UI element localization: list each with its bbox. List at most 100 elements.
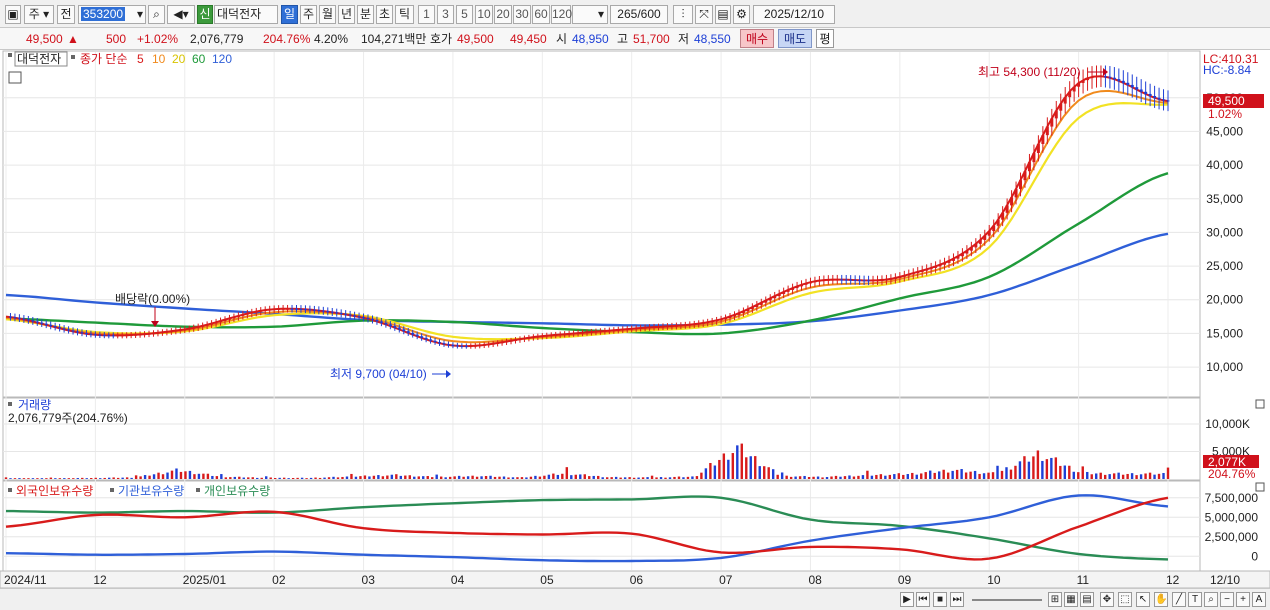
- volume-bar: [4, 477, 8, 479]
- volume-bar: [1130, 473, 1134, 479]
- search-icon[interactable]: ⌕: [148, 5, 165, 24]
- candle-body: [679, 325, 683, 327]
- period-day-tab[interactable]: 일: [281, 5, 298, 24]
- holding-handle-icon-2[interactable]: [110, 488, 114, 492]
- market-label: 주: [28, 7, 40, 21]
- low-annotation: 최저 9,700 (04/10): [330, 367, 427, 381]
- volume-bar: [511, 477, 515, 479]
- prefix-button[interactable]: 전: [57, 5, 75, 24]
- period-year-tab[interactable]: 년: [338, 5, 355, 24]
- interval-10[interactable]: 10: [475, 5, 493, 24]
- calculator-icon[interactable]: [8, 71, 22, 84]
- rewind-icon[interactable]: ⏮: [916, 592, 930, 607]
- period-second-tab[interactable]: 초: [376, 5, 393, 24]
- market-select[interactable]: 주 ▾: [24, 5, 54, 24]
- volume-bar: [305, 478, 308, 479]
- pointer-icon[interactable]: ↖: [1136, 592, 1150, 607]
- interval-3[interactable]: 3: [437, 5, 454, 24]
- volume-bar: [677, 476, 681, 479]
- interval-custom-select[interactable]: ▾: [572, 5, 608, 24]
- date-field[interactable]: 2025/12/10: [753, 5, 835, 24]
- zoom-in-icon[interactable]: +: [1236, 592, 1250, 607]
- candle-body: [616, 329, 620, 331]
- zoom-icon[interactable]: ⌕: [1204, 592, 1218, 607]
- ask-label: 호가: [430, 32, 453, 46]
- volume-bar: [475, 476, 479, 479]
- period-tick-tab[interactable]: 틱: [395, 5, 414, 24]
- trendline-icon[interactable]: ╱: [1172, 592, 1186, 607]
- candle-body: [366, 317, 370, 319]
- volume-bar: [188, 470, 192, 479]
- volume-bar: [67, 478, 71, 479]
- grid-icon[interactable]: ▦: [1064, 592, 1078, 607]
- candle-body: [134, 334, 138, 336]
- period-month-tab[interactable]: 월: [319, 5, 336, 24]
- x-tick-label: 10: [987, 573, 1001, 587]
- panel-handle-icon[interactable]: [8, 53, 12, 57]
- holding-handle-icon-3[interactable]: [196, 488, 200, 492]
- candle-type-icon[interactable]: ⫶: [673, 5, 693, 24]
- candle-body: [513, 339, 517, 341]
- candle-body: [442, 343, 446, 345]
- volume-handle-icon[interactable]: [8, 402, 12, 406]
- pan-icon[interactable]: ✋: [1154, 592, 1168, 607]
- interval-20[interactable]: 20: [494, 5, 512, 24]
- candle-body: [178, 329, 182, 331]
- volume-bar: [785, 475, 788, 479]
- speaker-icon[interactable]: ◀▾: [167, 5, 195, 24]
- table-icon[interactable]: ▤: [1080, 592, 1094, 607]
- fast-forward-icon[interactable]: ⏭: [950, 592, 964, 607]
- interval-30[interactable]: 30: [513, 5, 531, 24]
- volume-bar: [552, 473, 555, 479]
- close-icon[interactable]: [1255, 399, 1265, 409]
- interval-1[interactable]: 1: [418, 5, 435, 24]
- font-size-icon[interactable]: A: [1252, 592, 1266, 607]
- volume-bar: [157, 472, 160, 479]
- eval-button[interactable]: 평: [816, 29, 834, 48]
- x-tick-label: 08: [808, 573, 822, 587]
- zoom-slider[interactable]: [972, 599, 1042, 601]
- low-price: 48,550: [694, 32, 731, 46]
- interval-120[interactable]: 120: [551, 5, 572, 24]
- layout-icon[interactable]: ⊞: [1048, 592, 1062, 607]
- interval-60[interactable]: 60: [532, 5, 550, 24]
- candle-body: [746, 309, 750, 312]
- candle-body: [938, 264, 942, 267]
- period-week-tab[interactable]: 주: [300, 5, 317, 24]
- volume-bar: [1023, 456, 1026, 479]
- text-tool-icon[interactable]: T: [1188, 592, 1202, 607]
- volume-bar: [614, 476, 618, 479]
- select-icon[interactable]: ⬚: [1118, 592, 1132, 607]
- save-icon[interactable]: ▤: [715, 5, 731, 24]
- scroll-next-icon[interactable]: ▶: [900, 592, 914, 607]
- candle-body: [934, 266, 938, 268]
- buy-button[interactable]: 매수: [740, 29, 774, 48]
- candle-body: [554, 334, 558, 336]
- gear-icon[interactable]: ⚙: [733, 5, 750, 24]
- candle-body: [1059, 103, 1063, 111]
- interval-5[interactable]: 5: [456, 5, 473, 24]
- stock-name-field[interactable]: 대덕전자: [214, 5, 278, 24]
- indicator-icon[interactable]: ⤧: [695, 5, 713, 24]
- cross-icon[interactable]: ✥: [1100, 592, 1114, 607]
- ma-handle-icon[interactable]: [71, 55, 75, 59]
- volume-bar: [63, 478, 66, 479]
- candle-body: [272, 309, 276, 311]
- candle-body: [1032, 153, 1036, 163]
- count-field[interactable]: 265/600: [610, 5, 668, 24]
- stop-icon[interactable]: ■: [933, 592, 947, 607]
- stock-chart[interactable]: 10,000 15,000 20,000 25,000 30,000 35,000 40,0…: [0, 50, 1270, 588]
- close-icon-2[interactable]: [1255, 482, 1265, 492]
- period-minute-tab[interactable]: 분: [357, 5, 374, 24]
- sell-button[interactable]: 매도: [778, 29, 812, 48]
- x-tick-label: 2025/01: [183, 573, 227, 587]
- chevron-down-icon[interactable]: ▾: [137, 6, 143, 23]
- window-icon[interactable]: ▣: [5, 5, 21, 24]
- candle-body: [920, 270, 924, 272]
- candle-body: [500, 342, 504, 344]
- holding-handle-icon[interactable]: [8, 488, 12, 492]
- count-total: /600: [637, 7, 661, 21]
- stock-code-input[interactable]: 353200 ▾: [78, 5, 146, 24]
- volume-bar: [561, 473, 564, 479]
- zoom-out-icon[interactable]: −: [1220, 592, 1234, 607]
